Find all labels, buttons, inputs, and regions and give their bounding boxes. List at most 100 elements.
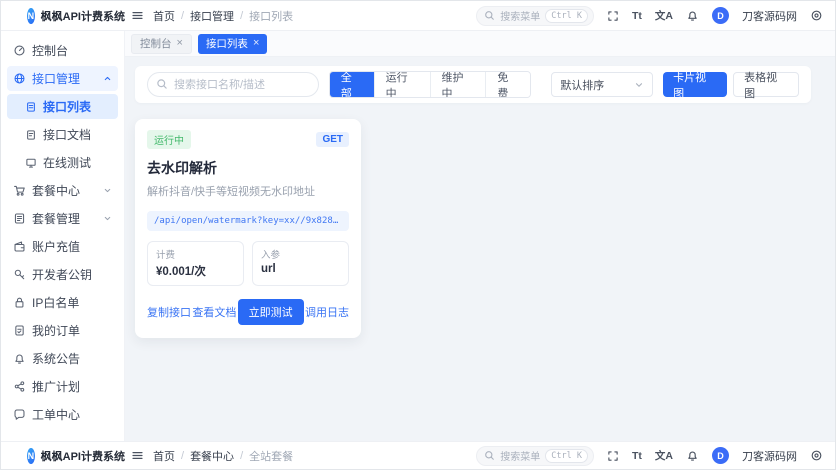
breadcrumb-separator: / bbox=[181, 10, 184, 22]
close-icon[interactable]: × bbox=[253, 38, 259, 49]
sidebar-item-ticket-center[interactable]: 工单中心 bbox=[7, 402, 118, 427]
brand-logo-icon: N bbox=[27, 8, 35, 24]
call-log-link[interactable]: 调用日志 bbox=[305, 304, 349, 320]
view-docs-link[interactable]: 查看文档 bbox=[192, 304, 236, 320]
menu-search-placeholder: 搜索菜单 bbox=[500, 448, 540, 463]
notification-bell-icon[interactable] bbox=[686, 9, 699, 22]
key-icon bbox=[13, 268, 26, 281]
card-badges: 运行中 GET bbox=[147, 130, 349, 149]
app-window: N 枫枫API计费系统 首页 / 接口管理 / 接口列表 搜索菜单 Ctrl K bbox=[0, 0, 836, 470]
filter-running[interactable]: 运行中 bbox=[374, 72, 430, 97]
brand-name: 枫枫API计费系统 bbox=[41, 8, 125, 24]
font-size-icon[interactable]: Tt bbox=[632, 450, 642, 462]
sort-selected-value: 默认排序 bbox=[560, 77, 604, 93]
sidebar-item-label: 我的订单 bbox=[32, 322, 80, 339]
tab-dashboard[interactable]: 控制台 × bbox=[131, 34, 192, 54]
username[interactable]: 刀客源码网 bbox=[742, 448, 797, 464]
header-actions: 搜索菜单 Ctrl K Tt 文A D 刀客源码网 bbox=[476, 446, 835, 466]
breadcrumb: 首页 / 接口管理 / 接口列表 bbox=[153, 8, 293, 24]
sidebar-item-dashboard[interactable]: 控制台 bbox=[7, 38, 118, 63]
sidebar-item-label: 接口文档 bbox=[43, 126, 91, 143]
sidebar-item-online-test[interactable]: 在线测试 bbox=[7, 150, 118, 175]
sidebar-item-label: 套餐管理 bbox=[32, 210, 80, 227]
sidebar-item-label: 开发者公钥 bbox=[32, 266, 92, 283]
notification-bell-icon[interactable] bbox=[686, 449, 699, 462]
status-badge: 运行中 bbox=[147, 130, 191, 149]
sidebar-item-my-orders[interactable]: 我的订单 bbox=[7, 318, 118, 343]
breadcrumb-area: 首页 / 套餐中心 / 全站套餐 bbox=[125, 448, 476, 464]
sidebar-item-label: 工单中心 bbox=[32, 406, 80, 423]
api-search bbox=[147, 72, 319, 97]
sidebar-item-api-management[interactable]: 接口管理 bbox=[7, 66, 118, 91]
sidebar-item-ip-whitelist[interactable]: IP白名单 bbox=[7, 290, 118, 315]
font-size-icon[interactable]: Tt bbox=[632, 10, 642, 22]
test-now-button[interactable]: 立即测试 bbox=[238, 299, 304, 325]
user-avatar[interactable]: D bbox=[712, 7, 729, 24]
tab-label: 接口列表 bbox=[206, 36, 248, 51]
field-label: 计费 bbox=[156, 247, 235, 261]
sidebar-item-label: 系统公告 bbox=[32, 350, 80, 367]
bottom-header: N 枫枫API计费系统 首页 / 套餐中心 / 全站套餐 搜索菜单 Ctrl K bbox=[1, 441, 835, 469]
fullscreen-icon[interactable] bbox=[607, 450, 619, 462]
sidebar-item-developer-key[interactable]: 开发者公钥 bbox=[7, 262, 118, 287]
brand: N 枫枫API计费系统 bbox=[1, 448, 125, 464]
breadcrumb-home[interactable]: 首页 bbox=[153, 8, 175, 24]
collapse-sidebar-icon[interactable] bbox=[131, 449, 144, 462]
billing-field: 计费 ¥0.001/次 bbox=[147, 241, 244, 286]
breadcrumb-home[interactable]: 首页 bbox=[153, 448, 175, 464]
tab-api-list[interactable]: 接口列表 × bbox=[198, 34, 267, 54]
breadcrumb: 首页 / 套餐中心 / 全站套餐 bbox=[153, 448, 293, 464]
cart-icon bbox=[13, 184, 26, 197]
user-avatar[interactable]: D bbox=[712, 447, 729, 464]
close-icon[interactable]: × bbox=[177, 38, 183, 49]
field-value: ¥0.001/次 bbox=[156, 263, 235, 279]
card-view-button[interactable]: 卡片视图 bbox=[663, 72, 727, 97]
table-view-button[interactable]: 表格视图 bbox=[733, 72, 799, 97]
settings-gear-icon[interactable] bbox=[810, 9, 823, 22]
breadcrumb-section[interactable]: 接口管理 bbox=[190, 8, 234, 24]
breadcrumb-separator: / bbox=[240, 450, 243, 462]
sidebar-item-label: 控制台 bbox=[32, 42, 68, 59]
menu-search-button[interactable]: 搜索菜单 Ctrl K bbox=[476, 446, 594, 466]
collapse-sidebar-icon[interactable] bbox=[131, 9, 144, 22]
username[interactable]: 刀客源码网 bbox=[742, 8, 797, 24]
sidebar-item-recharge[interactable]: 账户充值 bbox=[7, 234, 118, 259]
api-card[interactable]: 运行中 GET 去水印解析 解析抖音/快手等短视频无水印地址 /api/open… bbox=[135, 119, 361, 338]
translate-icon[interactable]: 文A bbox=[655, 8, 673, 23]
filter-free[interactable]: 免费 bbox=[485, 72, 530, 97]
filter-all[interactable]: 全部 bbox=[330, 72, 374, 97]
breadcrumb-separator: / bbox=[240, 10, 243, 22]
status-filter-group: 全部 运行中 维护中 免费 bbox=[329, 71, 532, 98]
monitor-icon bbox=[25, 157, 37, 169]
brand-logo-icon: N bbox=[27, 448, 35, 464]
fullscreen-icon[interactable] bbox=[607, 10, 619, 22]
sidebar-item-referral-plan[interactable]: 推广计划 bbox=[7, 374, 118, 399]
breadcrumb-section[interactable]: 套餐中心 bbox=[190, 448, 234, 464]
sidebar-item-api-docs[interactable]: 接口文档 bbox=[7, 122, 118, 147]
menu-search-button[interactable]: 搜索菜单 Ctrl K bbox=[476, 6, 594, 26]
api-endpoint[interactable]: /api/open/watermark?key=xx//9x8285134696… bbox=[147, 211, 349, 231]
sort-dropdown[interactable]: 默认排序 bbox=[551, 72, 653, 97]
share-icon bbox=[13, 380, 26, 393]
filter-toolbar: 全部 运行中 维护中 免费 默认排序 卡片视图 表格视图 bbox=[135, 66, 811, 103]
shortcut-badge: Ctrl K bbox=[545, 449, 588, 463]
field-value: url bbox=[261, 263, 340, 275]
chevron-down-icon bbox=[103, 186, 112, 195]
sidebar-item-announcements[interactable]: 系统公告 bbox=[7, 346, 118, 371]
settings-gear-icon[interactable] bbox=[810, 449, 823, 462]
sidebar-item-plan-manage[interactable]: 套餐管理 bbox=[7, 206, 118, 231]
sidebar-item-api-list[interactable]: 接口列表 bbox=[7, 94, 118, 119]
copy-api-link[interactable]: 复制接口 bbox=[147, 304, 191, 320]
tab-strip: 控制台 × 接口列表 × bbox=[125, 31, 835, 57]
chevron-down-icon bbox=[634, 80, 644, 90]
document-icon bbox=[25, 129, 37, 141]
translate-icon[interactable]: 文A bbox=[655, 448, 673, 463]
method-badge: GET bbox=[316, 132, 349, 147]
sidebar-item-plan-center[interactable]: 套餐中心 bbox=[7, 178, 118, 203]
sidebar-item-label: 推广计划 bbox=[32, 378, 80, 395]
dashboard-icon bbox=[13, 44, 26, 57]
api-search-input[interactable] bbox=[147, 72, 319, 97]
filter-maintenance[interactable]: 维护中 bbox=[430, 72, 486, 97]
sidebar-item-label: IP白名单 bbox=[32, 294, 79, 311]
top-header: N 枫枫API计费系统 首页 / 接口管理 / 接口列表 搜索菜单 Ctrl K bbox=[1, 1, 835, 31]
